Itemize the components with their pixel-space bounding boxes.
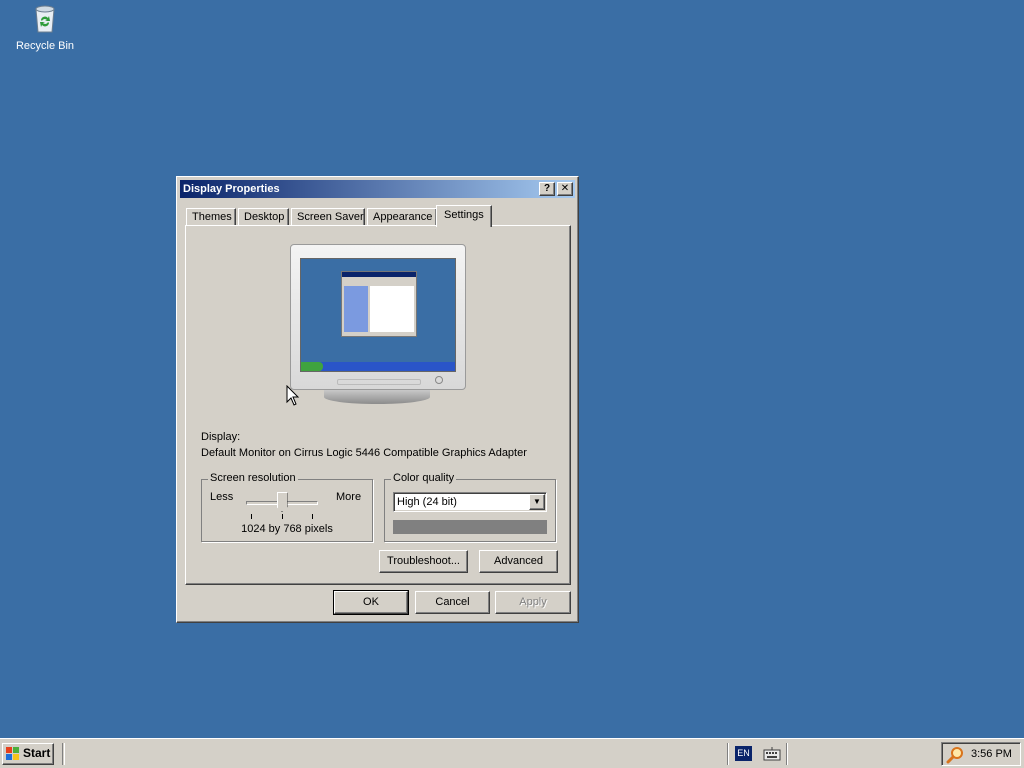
resolution-slider-thumb[interactable] bbox=[276, 492, 288, 512]
ok-button[interactable]: OK bbox=[333, 590, 409, 615]
color-spectrum-bar bbox=[393, 520, 547, 534]
tab-screen-saver[interactable]: Screen Saver bbox=[291, 208, 365, 226]
tab-desktop[interactable]: Desktop bbox=[238, 208, 289, 226]
keyboard-icon[interactable] bbox=[763, 747, 781, 761]
clock[interactable]: 3:56 PM bbox=[971, 748, 1012, 760]
display-label: Display: bbox=[201, 431, 241, 443]
search-icon[interactable] bbox=[946, 746, 964, 764]
preview-window bbox=[341, 271, 417, 337]
taskbar: Start EN 3:56 PM bbox=[0, 738, 1024, 768]
monitor-power-knob bbox=[435, 376, 443, 384]
slider-tick bbox=[282, 514, 283, 519]
monitor-preview bbox=[290, 244, 468, 404]
monitor-case bbox=[290, 244, 466, 390]
preview-taskbar bbox=[301, 362, 455, 371]
desktop: Recycle Bin Display Properties ? ✕ Theme… bbox=[0, 0, 1024, 738]
apply-button[interactable]: Apply bbox=[495, 591, 571, 614]
help-button[interactable]: ? bbox=[539, 182, 555, 196]
more-label: More bbox=[336, 491, 362, 503]
close-button[interactable]: ✕ bbox=[557, 182, 573, 196]
screen-resolution-group: Screen resolution Less More 1024 by 768 … bbox=[201, 472, 373, 542]
start-button[interactable]: Start bbox=[2, 743, 54, 765]
advanced-button[interactable]: Advanced bbox=[479, 550, 558, 573]
monitor-screen bbox=[300, 258, 456, 372]
tab-themes[interactable]: Themes bbox=[186, 208, 236, 226]
settings-panel: Display: Default Monitor on Cirrus Logic… bbox=[185, 225, 571, 585]
color-quality-select[interactable]: High (24 bit) ▼ bbox=[393, 492, 547, 512]
display-value: Default Monitor on Cirrus Logic 5446 Com… bbox=[201, 447, 527, 459]
windows-logo-icon bbox=[6, 747, 20, 761]
dialog-title: Display Properties bbox=[183, 183, 280, 195]
color-quality-legend: Color quality bbox=[391, 472, 457, 484]
language-indicator[interactable]: EN bbox=[735, 746, 752, 761]
cancel-button[interactable]: Cancel bbox=[415, 591, 490, 614]
start-label: Start bbox=[23, 746, 51, 760]
monitor-vent bbox=[337, 379, 421, 385]
chevron-down-icon[interactable]: ▼ bbox=[529, 494, 545, 510]
troubleshoot-button[interactable]: Troubleshoot... bbox=[379, 550, 468, 573]
monitor-stand bbox=[324, 390, 430, 404]
less-label: Less bbox=[210, 491, 234, 503]
desktop-icon-label: Recycle Bin bbox=[15, 40, 75, 52]
mouse-cursor-icon bbox=[286, 384, 300, 407]
resolution-value: 1024 by 768 pixels bbox=[241, 523, 333, 535]
display-properties-dialog: Display Properties ? ✕ Themes Desktop Sc… bbox=[176, 176, 579, 623]
preview-start-button bbox=[301, 362, 323, 371]
desktop-icon-recycle-bin[interactable]: Recycle Bin bbox=[10, 2, 80, 52]
slider-tick bbox=[312, 514, 313, 519]
dialog-titlebar[interactable]: Display Properties ? ✕ bbox=[180, 180, 575, 198]
taskbar-separator bbox=[727, 743, 729, 765]
tab-settings[interactable]: Settings bbox=[436, 205, 492, 227]
screen-resolution-legend: Screen resolution bbox=[208, 472, 298, 484]
slider-tick bbox=[251, 514, 252, 519]
taskbar-separator bbox=[786, 743, 788, 765]
system-tray: 3:56 PM bbox=[941, 742, 1021, 766]
color-quality-group: Color quality High (24 bit) ▼ bbox=[384, 472, 556, 542]
tab-appearance[interactable]: Appearance bbox=[367, 208, 437, 226]
color-quality-value: High (24 bit) bbox=[397, 496, 457, 508]
recycle-bin-icon bbox=[29, 2, 61, 34]
taskbar-grip[interactable] bbox=[62, 743, 65, 765]
